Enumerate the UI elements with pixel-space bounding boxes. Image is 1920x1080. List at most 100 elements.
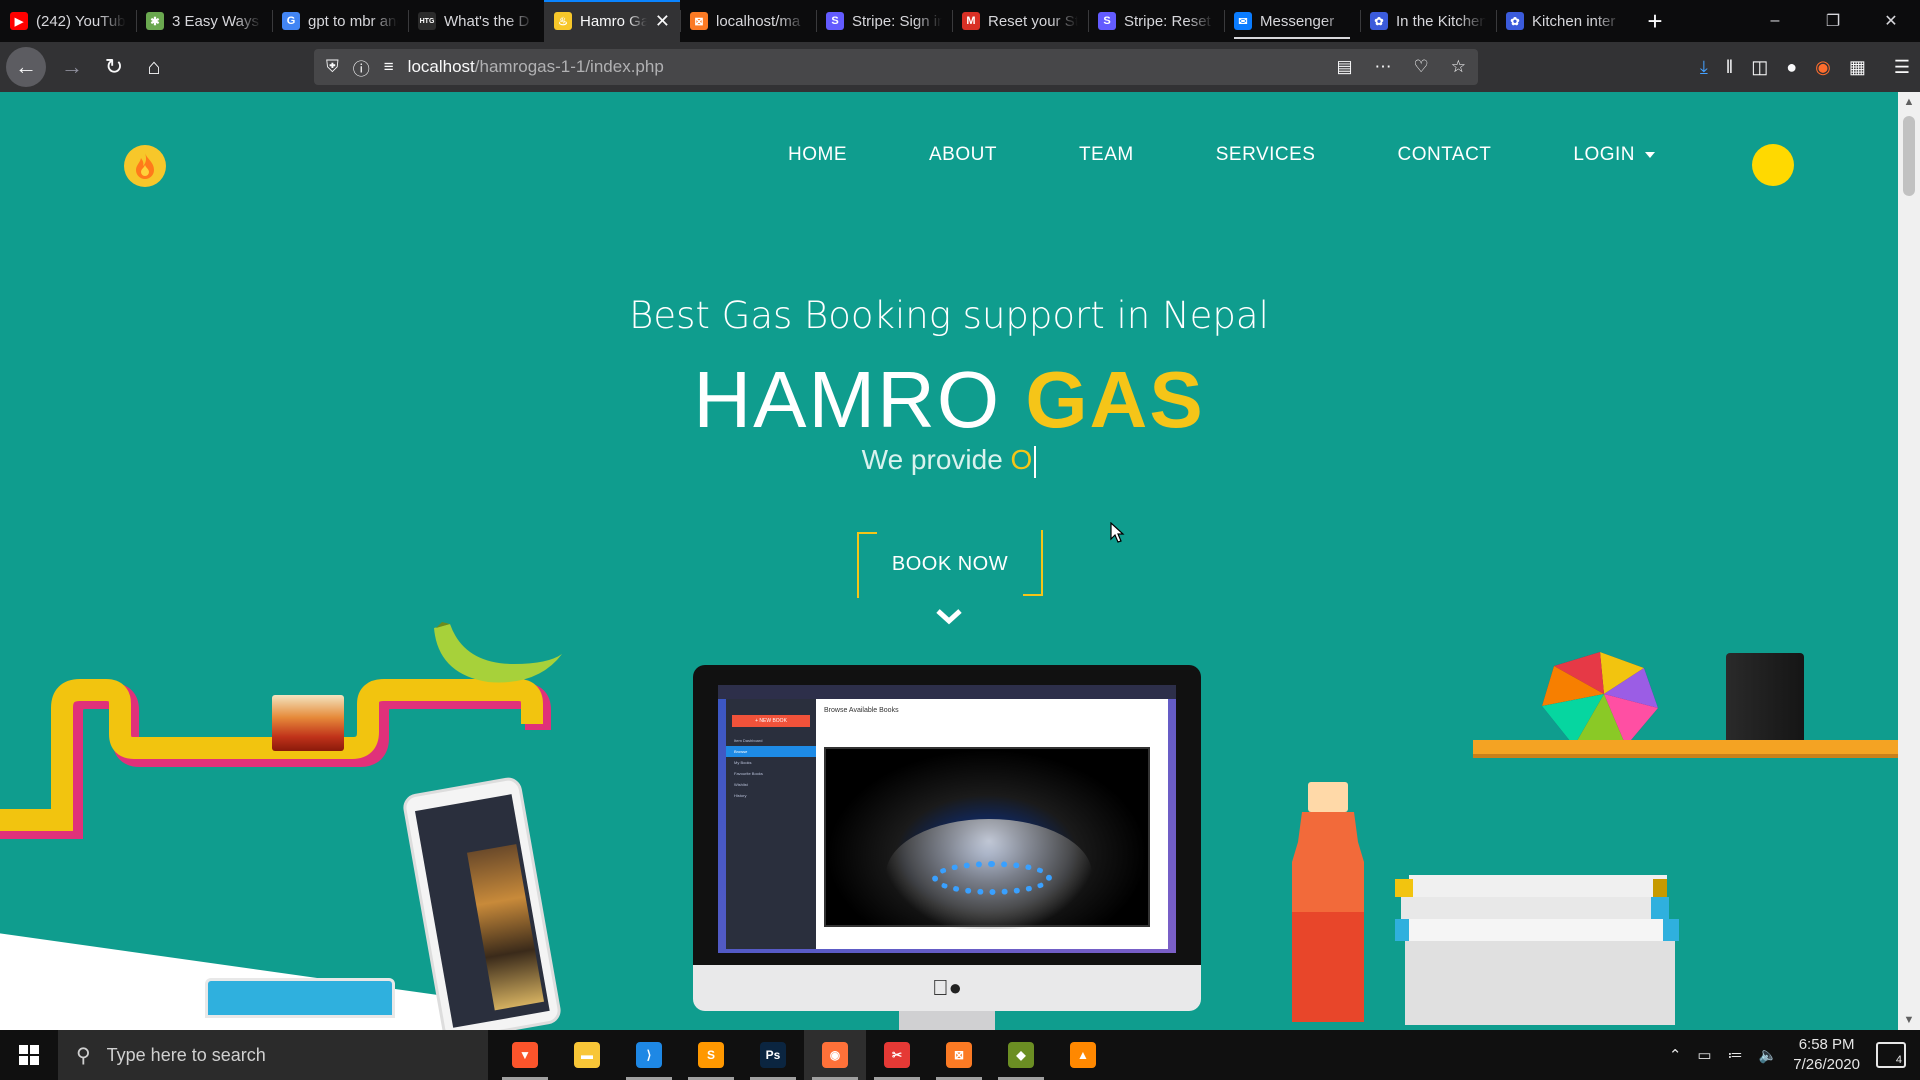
bottle-illustration — [1292, 782, 1364, 1022]
clock[interactable]: 6:58 PM 7/26/2020 — [1793, 1035, 1860, 1075]
bot-icon: ✿ — [1370, 12, 1388, 30]
library-icon[interactable]: ‖ — [1726, 57, 1733, 78]
browser-tab[interactable]: M Reset your St — [952, 0, 1088, 42]
browser-tab[interactable]: ✿ Kitchen inter — [1496, 0, 1632, 42]
tab-label: 3 Easy Ways to — [172, 12, 262, 30]
browser-tab[interactable]: ▶ (242) YouTube — [0, 0, 136, 42]
downloads-icon[interactable]: ⤓ — [1700, 57, 1708, 78]
snipping-icon: ✂ — [884, 1042, 910, 1068]
taskbar-app-button[interactable]: S — [680, 1030, 742, 1080]
bot-icon: ✿ — [1506, 12, 1524, 30]
close-window-button[interactable]: ✕ — [1862, 0, 1920, 42]
info-icon[interactable]: ⓘ — [353, 55, 370, 80]
nav-login[interactable]: LOGIN — [1573, 144, 1656, 166]
browser-tab[interactable]: ♨ Hamro Gas ✕ — [544, 0, 680, 42]
typed-word: O — [1010, 444, 1033, 475]
theme-toggle[interactable] — [1752, 144, 1794, 186]
browser-tab[interactable]: ✱ 3 Easy Ways to — [136, 0, 272, 42]
typed-prefix: We provide — [861, 444, 1003, 475]
imac-bezel: + NEW BOOK Item Dashboard Browse My Book… — [693, 665, 1201, 965]
battery-icon[interactable]: ▭ — [1697, 1046, 1711, 1064]
close-tab-icon[interactable]: ✕ — [655, 11, 670, 32]
scroll-down-icon[interactable] — [935, 608, 963, 631]
browser-tab[interactable]: ✿ In the Kitchen — [1360, 0, 1496, 42]
nav-contact[interactable]: CONTACT — [1397, 144, 1491, 166]
sidebar-icon[interactable]: ◫ — [1751, 57, 1768, 78]
extension-grid-icon[interactable]: ▦ — [1849, 57, 1866, 78]
chevron-down-icon — [1645, 152, 1656, 158]
firefox-icon: ◉ — [822, 1042, 848, 1068]
browser-tab[interactable]: ⊠ localhost/ma — [680, 0, 816, 42]
taskbar-app-button[interactable]: ✂ — [866, 1030, 928, 1080]
gas-burner-ring — [932, 861, 1052, 895]
restore-button[interactable]: ❐ — [1804, 0, 1862, 42]
scroll-up-arrow-icon[interactable]: ▲ — [1898, 92, 1920, 112]
tab-label: gpt to mbr and — [308, 12, 398, 30]
taskbar-app-button[interactable]: ◉ — [804, 1030, 866, 1080]
reload-button[interactable]: ↻ — [94, 47, 134, 87]
menu-icon[interactable]: ☰ — [1894, 57, 1910, 78]
home-button[interactable]: ⌂ — [134, 47, 174, 87]
account-icon[interactable]: ● — [1786, 57, 1797, 78]
volume-icon[interactable]: 🔈 — [1759, 1046, 1778, 1064]
permissions-icon[interactable]: ≡ — [384, 57, 394, 77]
taskbar-app-button[interactable]: ▼ — [494, 1030, 556, 1080]
url-bar[interactable]: ⛨ ⓘ ≡ localhost/hamrogas-1-1/index.php ▤… — [314, 49, 1478, 85]
taskbar-app-button[interactable]: ▲ — [1052, 1030, 1114, 1080]
scrollbar-thumb[interactable] — [1903, 116, 1915, 196]
apple-logo-icon: ● — [693, 965, 1201, 1011]
brave-icon: ▼ — [512, 1042, 538, 1068]
vscode-icon: ⟩ — [636, 1042, 662, 1068]
browser-tab[interactable]: Ggpt to mbr and — [272, 0, 408, 42]
taskbar-app-button[interactable]: ⊠ — [928, 1030, 990, 1080]
nav-services[interactable]: SERVICES — [1216, 144, 1316, 166]
bookmark-star-icon[interactable]: ☆ — [1451, 57, 1466, 77]
book-now-button[interactable]: BOOK NOW — [857, 530, 1043, 598]
xampp-icon: ⊠ — [946, 1042, 972, 1068]
tray-overflow-icon[interactable]: ⌃ — [1669, 1046, 1682, 1064]
pocket-icon[interactable]: ♡ — [1414, 57, 1429, 77]
browser-tab[interactable]: S Stripe: Sign in — [816, 0, 952, 42]
shield-icon[interactable]: ⛨ — [326, 57, 339, 77]
google-icon: G — [282, 12, 300, 30]
tab-label: Stripe: Sign in — [852, 12, 942, 30]
wikihow-icon: ✱ — [146, 12, 164, 30]
back-button[interactable]: ← — [6, 47, 46, 87]
url-text[interactable]: localhost/hamrogas-1-1/index.php — [408, 57, 664, 77]
new-tab-button[interactable]: + — [1632, 0, 1678, 42]
windows-taskbar: ⚲ Type here to search ▼ ▬ ⟩ S Ps ◉ ✂ ⊠ ◆ ▲ ⌃ ▭ ≔ … — [0, 1030, 1920, 1080]
banana-illustration — [434, 622, 562, 683]
hero-title-part2: GAS — [1025, 355, 1205, 444]
browser-tab[interactable]: HTG What's the D — [408, 0, 544, 42]
forward-button[interactable]: → — [52, 47, 92, 87]
wifi-icon[interactable]: ≔ — [1728, 1046, 1743, 1064]
nav-about[interactable]: ABOUT — [929, 144, 997, 166]
site-logo[interactable] — [124, 145, 166, 187]
taskbar-app-button[interactable]: Ps — [742, 1030, 804, 1080]
nav-home[interactable]: HOME — [788, 144, 847, 166]
start-button[interactable] — [0, 1030, 58, 1080]
reader-view-icon[interactable]: ▤ — [1336, 57, 1352, 77]
browser-tab[interactable]: ✉ Messenger — [1224, 0, 1360, 42]
taskbar-app-button[interactable]: ◆ — [990, 1030, 1052, 1080]
stripe-icon: S — [826, 12, 844, 30]
notification-center-icon[interactable]: 4 — [1876, 1042, 1906, 1068]
taskbar-app-button[interactable]: ⟩ — [618, 1030, 680, 1080]
vlc-icon: ▲ — [1070, 1042, 1096, 1068]
nav-team[interactable]: TEAM — [1079, 144, 1134, 166]
typing-cursor — [1034, 445, 1037, 478]
extension-icon[interactable]: ◉ — [1815, 57, 1831, 78]
minimize-button[interactable]: – — [1746, 0, 1804, 42]
taskbar-app-button[interactable]: ▬ — [556, 1030, 618, 1080]
page-scrollbar[interactable]: ▲ ▼ — [1898, 92, 1920, 1030]
mouse-cursor-icon — [1110, 522, 1125, 543]
mockup-sidebar-item: Browse — [726, 746, 816, 757]
stripe-icon: S — [1098, 12, 1116, 30]
scroll-down-arrow-icon[interactable]: ▼ — [1898, 1010, 1920, 1030]
clock-time: 6:58 PM — [1798, 1036, 1855, 1053]
taskbar-search-box[interactable]: ⚲ Type here to search — [58, 1030, 488, 1080]
imac-screen: + NEW BOOK Item Dashboard Browse My Book… — [718, 685, 1176, 953]
polyhedron-illustration — [1542, 652, 1658, 746]
page-actions-icon[interactable]: ⋯ — [1375, 57, 1392, 77]
browser-tab[interactable]: S Stripe: Reset — [1088, 0, 1224, 42]
